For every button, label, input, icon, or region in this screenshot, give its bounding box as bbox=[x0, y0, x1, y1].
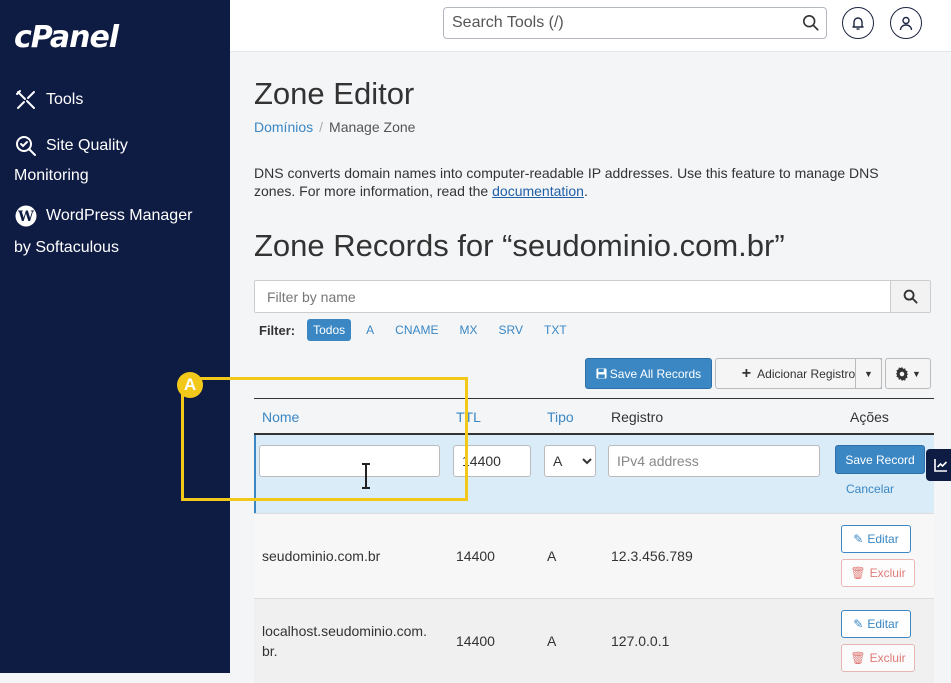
record-type-filters: Filter: Todos A CNAME MX SRV TXT bbox=[259, 319, 582, 341]
edit-record-button[interactable]: ✎ Editar bbox=[841, 610, 911, 638]
zone-records-title: Zone Records for “seudominio.com.br” bbox=[254, 228, 785, 263]
settings-dropdown-button[interactable]: ▼ bbox=[885, 358, 931, 389]
user-menu-button[interactable] bbox=[890, 7, 922, 39]
delete-record-button[interactable]: 🗑 Excluir bbox=[841, 559, 915, 587]
column-header-ttl[interactable]: TTL bbox=[456, 409, 481, 425]
svg-text:W: W bbox=[17, 209, 34, 225]
site-quality-icon bbox=[14, 134, 38, 158]
column-header-record: Registro bbox=[611, 409, 664, 425]
user-icon bbox=[899, 16, 913, 31]
bell-icon bbox=[852, 17, 864, 30]
zone-records-table: Nome TTL Tipo Registro Ações A Save Reco… bbox=[254, 398, 934, 683]
record-ttl: 14400 bbox=[456, 548, 495, 564]
breadcrumb-domains-link[interactable]: Domínios bbox=[254, 119, 313, 135]
record-name: localhost.seudominio.com. bbox=[262, 623, 427, 639]
column-header-type[interactable]: Tipo bbox=[547, 409, 574, 425]
delete-record-button[interactable]: 🗑 Excluir bbox=[841, 644, 915, 672]
delete-label: Excluir bbox=[869, 566, 906, 580]
sidebar-item-label: Site Quality bbox=[46, 137, 128, 154]
notifications-button[interactable] bbox=[842, 7, 874, 39]
cpanel-logo[interactable]: cPanel bbox=[14, 20, 119, 55]
pencil-icon: ✎ bbox=[853, 617, 864, 631]
record-type: A bbox=[547, 548, 557, 564]
breadcrumb-current: Manage Zone bbox=[329, 119, 416, 135]
sidebar-item-site-quality-line2[interactable]: Monitoring bbox=[14, 161, 89, 191]
delete-label: Excluir bbox=[869, 651, 906, 665]
top-bar bbox=[230, 0, 951, 52]
plus-icon: + bbox=[741, 364, 752, 382]
record-ttl-input[interactable] bbox=[453, 445, 531, 477]
sidebar-item-wordpress[interactable]: W WordPress Manager bbox=[14, 201, 192, 231]
sidebar-item-label: Monitoring bbox=[14, 167, 89, 184]
sidebar-item-label: Tools bbox=[46, 91, 84, 108]
text-cursor-icon bbox=[362, 463, 370, 489]
filter-search-button[interactable] bbox=[890, 281, 930, 312]
record-type: A bbox=[547, 633, 557, 649]
save-record-button[interactable]: Save Record bbox=[835, 445, 925, 474]
sidebar: cPanel Tools Site Quality Monitoring W W… bbox=[0, 0, 230, 673]
record-type-select[interactable]: A bbox=[544, 445, 596, 477]
add-record-label: Adicionar Registro bbox=[757, 366, 856, 381]
add-record-dropdown-toggle[interactable]: ▼ bbox=[855, 358, 882, 389]
column-header-name[interactable]: Nome bbox=[262, 409, 299, 425]
record-value: 12.3.456.789 bbox=[611, 548, 693, 564]
filter-chip-txt[interactable]: TXT bbox=[538, 319, 573, 341]
cancel-link[interactable]: Cancelar bbox=[846, 482, 894, 496]
filter-chip-todos[interactable]: Todos bbox=[307, 319, 352, 341]
filter-search[interactable] bbox=[254, 280, 931, 313]
pencil-icon: ✎ bbox=[853, 532, 864, 546]
filter-chip-mx[interactable]: MX bbox=[454, 319, 484, 341]
trash-icon: 🗑 bbox=[850, 566, 866, 580]
save-all-records-label: Save All Records bbox=[609, 366, 702, 381]
documentation-link[interactable]: documentation bbox=[492, 183, 584, 199]
edit-label: Editar bbox=[867, 532, 899, 546]
breadcrumb: Domínios / Manage Zone bbox=[254, 119, 415, 135]
page-title: Zone Editor bbox=[254, 76, 415, 111]
chart-icon bbox=[934, 459, 948, 472]
record-value: 127.0.0.1 bbox=[611, 633, 670, 649]
table-header: Nome TTL Tipo Registro Ações bbox=[254, 398, 934, 435]
stats-side-tab[interactable] bbox=[926, 449, 951, 481]
gear-icon bbox=[895, 366, 909, 381]
breadcrumb-separator: / bbox=[319, 119, 324, 135]
caret-down-icon: ▼ bbox=[864, 368, 873, 379]
record-name-input[interactable] bbox=[259, 445, 440, 477]
search-icon[interactable] bbox=[802, 14, 820, 32]
record-name-continued: br. bbox=[262, 643, 278, 659]
save-all-records-button[interactable]: Save All Records bbox=[585, 358, 712, 389]
table-row: seudominio.com.br 14400 A 12.3.456.789 ✎… bbox=[254, 513, 934, 598]
page-description: DNS converts domain names into computer-… bbox=[254, 164, 914, 200]
filter-chip-a[interactable]: A bbox=[360, 319, 380, 341]
search-icon bbox=[903, 289, 918, 304]
new-record-row: A Save Record Cancelar bbox=[254, 435, 934, 513]
edit-record-button[interactable]: ✎ Editar bbox=[841, 525, 911, 553]
sidebar-item-tools[interactable]: Tools bbox=[14, 85, 83, 115]
search-input[interactable] bbox=[444, 8, 784, 38]
record-value-input[interactable] bbox=[608, 445, 820, 477]
record-name: seudominio.com.br bbox=[262, 548, 381, 564]
filter-chip-srv[interactable]: SRV bbox=[493, 319, 529, 341]
floppy-disk-icon bbox=[596, 368, 607, 379]
annotation-badge: A bbox=[177, 372, 203, 398]
record-ttl: 14400 bbox=[456, 633, 495, 649]
sidebar-item-label: WordPress Manager bbox=[46, 207, 193, 224]
sidebar-item-site-quality[interactable]: Site Quality bbox=[14, 131, 128, 161]
tools-icon bbox=[14, 88, 38, 112]
search-tools[interactable] bbox=[443, 7, 827, 39]
filter-label: Filter: bbox=[259, 322, 296, 338]
wordpress-icon: W bbox=[14, 204, 38, 228]
edit-label: Editar bbox=[867, 617, 899, 631]
filter-input[interactable] bbox=[255, 281, 891, 312]
sidebar-item-label: by Softaculous bbox=[14, 239, 119, 256]
sidebar-item-wordpress-line2[interactable]: by Softaculous bbox=[14, 233, 119, 263]
table-row: localhost.seudominio.com. br. 14400 A 12… bbox=[254, 598, 934, 683]
column-header-actions: Ações bbox=[850, 409, 889, 425]
description-end: . bbox=[583, 183, 588, 199]
caret-down-icon: ▼ bbox=[912, 368, 921, 379]
trash-icon: 🗑 bbox=[850, 651, 866, 665]
filter-chip-cname[interactable]: CNAME bbox=[389, 319, 444, 341]
